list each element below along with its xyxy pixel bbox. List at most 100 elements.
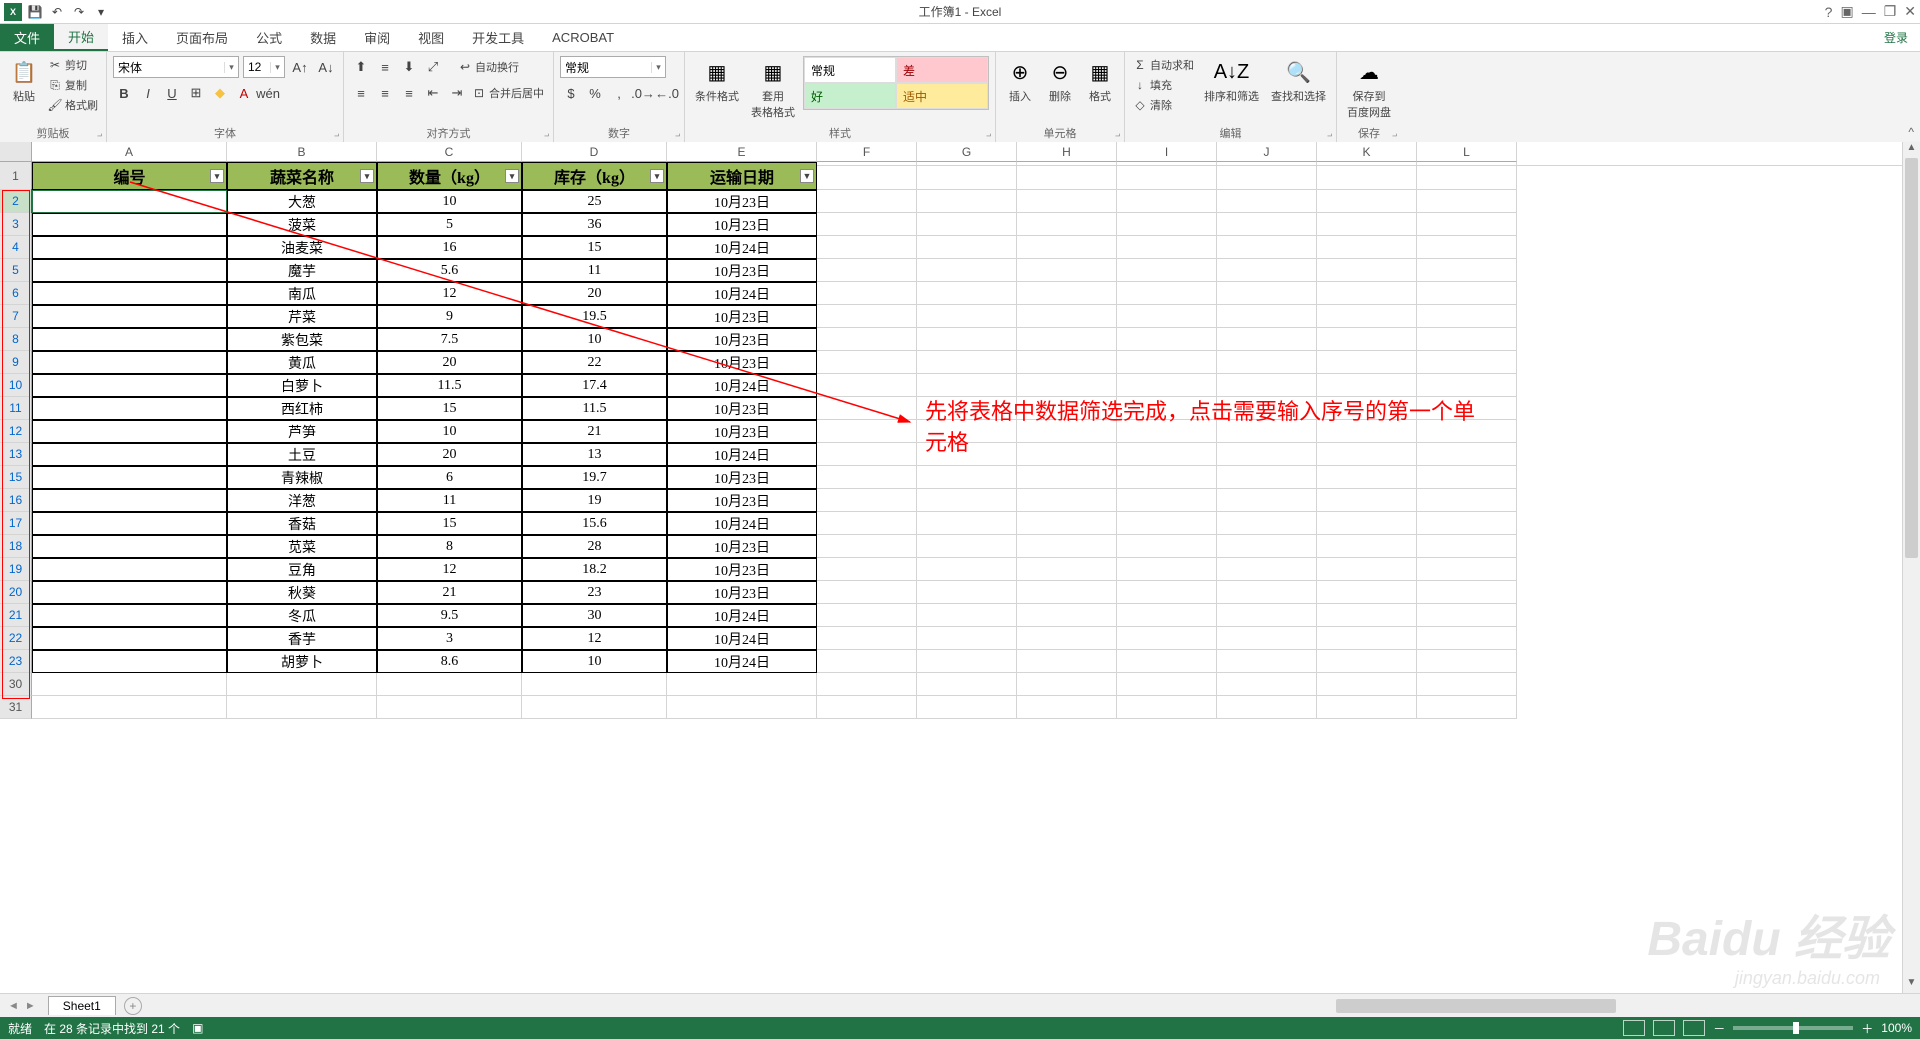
cell-E19[interactable]: 10月23日: [667, 558, 817, 581]
cell[interactable]: [1317, 282, 1417, 305]
qat-customize-icon[interactable]: ▾: [92, 3, 110, 21]
cell-A21[interactable]: [32, 604, 227, 627]
cell[interactable]: [917, 627, 1017, 650]
phonetic-button[interactable]: wén: [257, 82, 279, 104]
cell[interactable]: [917, 696, 1017, 719]
cell[interactable]: [1417, 627, 1517, 650]
cell[interactable]: [1317, 162, 1417, 190]
conditional-format-button[interactable]: ▦条件格式: [691, 56, 743, 106]
cell[interactable]: [817, 581, 917, 604]
cell-B22[interactable]: 香芋: [227, 627, 377, 650]
cell-B8[interactable]: 紫包菜: [227, 328, 377, 351]
cell[interactable]: [1217, 512, 1317, 535]
cell[interactable]: [1317, 374, 1417, 397]
cell-B20[interactable]: 秋葵: [227, 581, 377, 604]
cell[interactable]: [377, 696, 522, 719]
cell[interactable]: [1117, 305, 1217, 328]
autosum-button[interactable]: Σ自动求和: [1131, 56, 1196, 74]
zoom-slider[interactable]: [1733, 1026, 1853, 1030]
cell[interactable]: [917, 282, 1017, 305]
cell[interactable]: [1317, 190, 1417, 213]
cell[interactable]: [1317, 236, 1417, 259]
cell-C7[interactable]: 9: [377, 305, 522, 328]
row-header[interactable]: 1: [0, 162, 32, 190]
cell[interactable]: [1417, 213, 1517, 236]
cell-E20[interactable]: 10月23日: [667, 581, 817, 604]
cell-D2[interactable]: 25: [522, 190, 667, 213]
align-center-icon[interactable]: ≡: [374, 82, 396, 104]
style-bad[interactable]: 差: [896, 57, 988, 83]
cell[interactable]: [32, 696, 227, 719]
col-header-B[interactable]: B: [227, 142, 377, 162]
cell[interactable]: [917, 673, 1017, 696]
cell[interactable]: [1017, 162, 1117, 190]
cell[interactable]: [1317, 213, 1417, 236]
close-icon[interactable]: ✕: [1904, 3, 1916, 20]
cell-B11[interactable]: 西红柿: [227, 397, 377, 420]
cell[interactable]: [1417, 581, 1517, 604]
align-left-icon[interactable]: ≡: [350, 82, 372, 104]
cell[interactable]: [1417, 489, 1517, 512]
cell[interactable]: [1317, 535, 1417, 558]
cell[interactable]: [817, 489, 917, 512]
select-all[interactable]: [0, 142, 32, 162]
cell[interactable]: [1217, 162, 1317, 190]
filter-button[interactable]: ▾: [650, 169, 664, 183]
cell-B5[interactable]: 魔芋: [227, 259, 377, 282]
cell[interactable]: [817, 558, 917, 581]
tab-data[interactable]: 数据: [296, 24, 350, 51]
cell-D5[interactable]: 11: [522, 259, 667, 282]
cell[interactable]: [917, 259, 1017, 282]
cell-D20[interactable]: 23: [522, 581, 667, 604]
accounting-icon[interactable]: $: [560, 82, 582, 104]
cell[interactable]: [1017, 489, 1117, 512]
cell-E18[interactable]: 10月23日: [667, 535, 817, 558]
cell[interactable]: [1117, 535, 1217, 558]
cell[interactable]: [1217, 213, 1317, 236]
cell[interactable]: [817, 604, 917, 627]
tab-developer[interactable]: 开发工具: [458, 24, 538, 51]
cell-C23[interactable]: 8.6: [377, 650, 522, 673]
col-header-H[interactable]: H: [1017, 142, 1117, 162]
cell[interactable]: [1117, 282, 1217, 305]
cell-C9[interactable]: 20: [377, 351, 522, 374]
row-header[interactable]: 19: [0, 558, 32, 581]
cell[interactable]: [1117, 604, 1217, 627]
restore-icon[interactable]: ❐: [1884, 3, 1897, 20]
cell[interactable]: [917, 236, 1017, 259]
cell[interactable]: [1217, 673, 1317, 696]
scroll-up-icon[interactable]: ▲: [1903, 142, 1920, 158]
cell-B2[interactable]: 大葱: [227, 190, 377, 213]
cell[interactable]: [1417, 374, 1517, 397]
cell[interactable]: [817, 328, 917, 351]
cell-E7[interactable]: 10月23日: [667, 305, 817, 328]
increase-indent-icon[interactable]: ⇥: [446, 82, 468, 104]
view-pagebreak-icon[interactable]: [1683, 1020, 1705, 1036]
cell[interactable]: [817, 466, 917, 489]
clear-button[interactable]: ◇清除: [1131, 96, 1196, 114]
cell-D22[interactable]: 12: [522, 627, 667, 650]
cell-C4[interactable]: 16: [377, 236, 522, 259]
cell-D4[interactable]: 15: [522, 236, 667, 259]
cell[interactable]: [1417, 650, 1517, 673]
cell[interactable]: [1117, 351, 1217, 374]
cell[interactable]: [1417, 190, 1517, 213]
row-header[interactable]: 17: [0, 512, 32, 535]
cell[interactable]: [917, 581, 1017, 604]
font-name-combo[interactable]: ▾: [113, 56, 239, 78]
cell-A13[interactable]: [32, 443, 227, 466]
filter-button[interactable]: ▾: [210, 169, 224, 183]
merge-center-button[interactable]: ⊡合并后居中: [470, 82, 546, 104]
cell[interactable]: [1417, 466, 1517, 489]
col-header-E[interactable]: E: [667, 142, 817, 162]
cell[interactable]: [917, 512, 1017, 535]
style-normal[interactable]: 常规: [804, 57, 896, 83]
cell-D7[interactable]: 19.5: [522, 305, 667, 328]
row-header[interactable]: 7: [0, 305, 32, 328]
wrap-text-button[interactable]: ↩自动换行: [456, 56, 521, 78]
cell-B21[interactable]: 冬瓜: [227, 604, 377, 627]
orientation-icon[interactable]: ⤢: [422, 56, 444, 78]
cell-A8[interactable]: [32, 328, 227, 351]
font-size-combo[interactable]: ▾: [243, 56, 285, 78]
cell[interactable]: [1017, 305, 1117, 328]
